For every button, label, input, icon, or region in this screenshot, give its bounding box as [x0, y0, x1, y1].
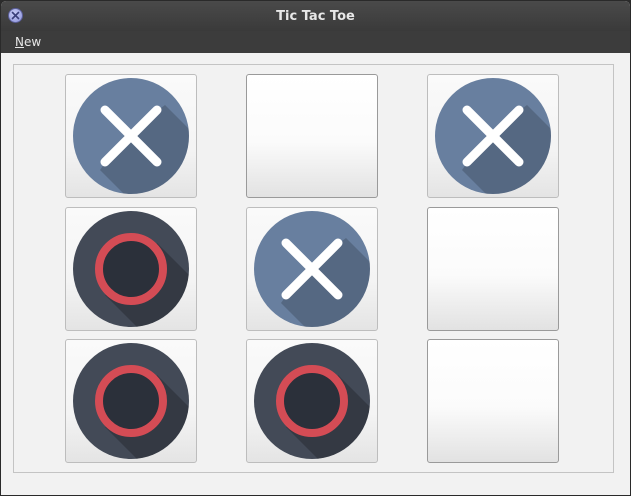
- menu-new[interactable]: New: [1, 31, 55, 53]
- x-mark-cell[interactable]: [65, 74, 197, 198]
- x-mark-cell[interactable]: [246, 207, 378, 331]
- o-mark-icon: [254, 343, 370, 459]
- window-title: Tic Tac Toe: [276, 8, 355, 24]
- app-window: Tic Tac Toe New: [0, 0, 631, 496]
- empty-cell[interactable]: [246, 74, 378, 198]
- close-icon[interactable]: [8, 8, 23, 23]
- o-mark-cell[interactable]: [246, 339, 378, 463]
- empty-cell[interactable]: [427, 339, 559, 463]
- o-mark-cell[interactable]: [65, 207, 197, 331]
- x-mark-cell[interactable]: [427, 74, 559, 198]
- x-mark-icon: [435, 78, 551, 194]
- o-mark-cell[interactable]: [65, 339, 197, 463]
- empty-cell[interactable]: [427, 207, 559, 331]
- menu-bar: New: [1, 31, 630, 53]
- o-mark-icon: [73, 211, 189, 327]
- x-mark-icon: [254, 211, 370, 327]
- title-bar: Tic Tac Toe: [1, 1, 630, 31]
- x-mark-icon: [73, 78, 189, 194]
- o-mark-icon: [73, 343, 189, 459]
